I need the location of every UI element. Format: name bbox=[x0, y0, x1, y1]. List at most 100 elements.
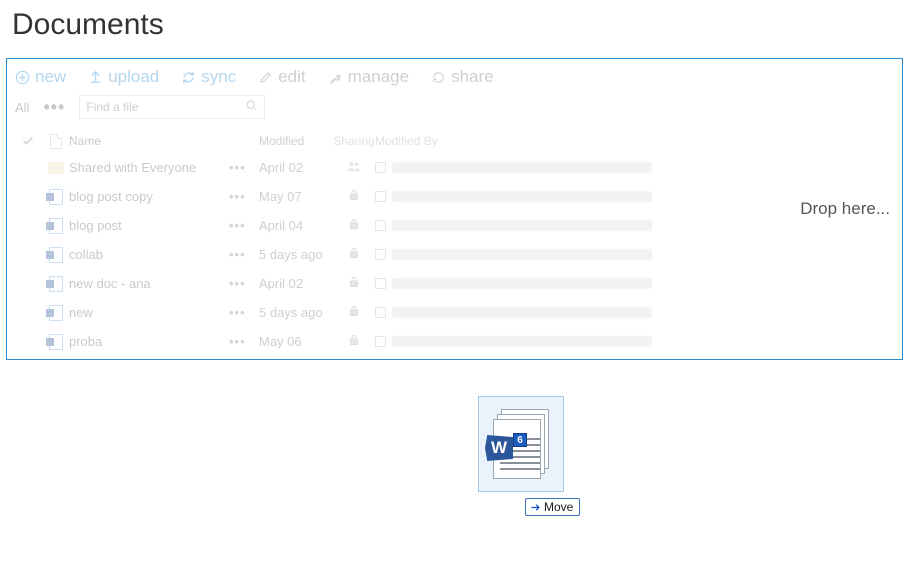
arrow-right-icon bbox=[530, 502, 541, 513]
name-column-header[interactable]: Name bbox=[69, 134, 229, 148]
search-input[interactable] bbox=[86, 100, 245, 114]
modified-by[interactable] bbox=[375, 191, 755, 202]
modified-by-column-header[interactable]: Modified By bbox=[375, 134, 755, 148]
file-name[interactable]: blog post bbox=[69, 218, 229, 233]
private-icon[interactable] bbox=[333, 276, 375, 291]
user-presence-icon bbox=[375, 249, 386, 260]
user-presence-icon bbox=[375, 220, 386, 231]
private-icon[interactable] bbox=[333, 247, 375, 262]
manage-button[interactable]: manage bbox=[328, 67, 409, 87]
file-name[interactable]: new doc - ana bbox=[69, 276, 229, 291]
upload-label: upload bbox=[108, 67, 159, 87]
modified-date: 5 days ago bbox=[259, 305, 333, 320]
modified-by[interactable] bbox=[375, 162, 755, 173]
more-views-button[interactable]: ••• bbox=[43, 102, 65, 112]
file-icon bbox=[50, 134, 62, 149]
private-icon[interactable] bbox=[333, 334, 375, 349]
row-menu-button[interactable]: ••• bbox=[229, 305, 259, 320]
table-body: Shared with Everyone•••April 02blog post… bbox=[7, 153, 902, 356]
file-name[interactable]: collab bbox=[69, 247, 229, 262]
table-row[interactable]: new doc - ana•••April 02 bbox=[7, 269, 902, 298]
table-row[interactable]: new•••5 days ago bbox=[7, 298, 902, 327]
row-menu-button[interactable]: ••• bbox=[229, 160, 259, 175]
modified-by-name bbox=[392, 307, 652, 318]
modified-date: May 06 bbox=[259, 334, 333, 349]
user-presence-icon bbox=[375, 307, 386, 318]
modified-date: 5 days ago bbox=[259, 247, 333, 262]
modified-by[interactable] bbox=[375, 278, 755, 289]
refresh-icon bbox=[431, 70, 446, 85]
modified-date: April 04 bbox=[259, 218, 333, 233]
row-menu-button[interactable]: ••• bbox=[229, 276, 259, 291]
folder-icon bbox=[43, 162, 69, 174]
user-presence-icon bbox=[375, 162, 386, 173]
toolbar: new upload sync edit bbox=[7, 59, 902, 89]
modified-by-name bbox=[392, 191, 652, 202]
new-button[interactable]: new bbox=[15, 67, 66, 87]
modified-by[interactable] bbox=[375, 249, 755, 260]
page-title: Documents bbox=[0, 0, 909, 58]
table-row[interactable]: proba•••May 06 bbox=[7, 327, 902, 356]
subbar: All ••• bbox=[7, 89, 902, 129]
new-label: new bbox=[35, 67, 66, 87]
share-button[interactable]: share bbox=[431, 67, 494, 87]
documents-table: Name Modified Sharing Modified By Shared… bbox=[7, 129, 902, 356]
view-all-link[interactable]: All bbox=[15, 100, 29, 115]
select-all-checkbox[interactable] bbox=[13, 134, 43, 148]
file-name[interactable]: new bbox=[69, 305, 229, 320]
search-icon[interactable] bbox=[245, 99, 258, 115]
modified-column-header[interactable]: Modified bbox=[259, 134, 333, 148]
row-menu-button[interactable]: ••• bbox=[229, 189, 259, 204]
modified-by[interactable] bbox=[375, 307, 755, 318]
modified-by[interactable] bbox=[375, 220, 755, 231]
table-row[interactable]: blog post•••April 04 bbox=[7, 211, 902, 240]
modified-by-name bbox=[392, 162, 652, 173]
edit-button[interactable]: edit bbox=[258, 67, 305, 87]
word-doc-icon bbox=[43, 276, 69, 292]
search-box[interactable] bbox=[79, 95, 265, 119]
table-row[interactable]: Shared with Everyone•••April 02 bbox=[7, 153, 902, 182]
row-menu-button[interactable]: ••• bbox=[229, 247, 259, 262]
library-faded-content: new upload sync edit bbox=[7, 59, 902, 356]
move-tooltip-label: Move bbox=[544, 500, 573, 514]
file-name[interactable]: proba bbox=[69, 334, 229, 349]
table-row[interactable]: collab•••5 days ago bbox=[7, 240, 902, 269]
edit-label: edit bbox=[278, 67, 305, 87]
drop-here-label: Drop here... bbox=[800, 199, 890, 219]
private-icon[interactable] bbox=[333, 218, 375, 233]
pencil-icon bbox=[258, 70, 273, 85]
type-column-header[interactable] bbox=[43, 134, 69, 149]
file-name[interactable]: Shared with Everyone bbox=[69, 160, 229, 175]
documents-library-panel[interactable]: new upload sync edit bbox=[6, 58, 903, 360]
file-name[interactable]: blog post copy bbox=[69, 189, 229, 204]
word-doc-icon bbox=[43, 334, 69, 350]
share-label: share bbox=[451, 67, 494, 87]
upload-button[interactable]: upload bbox=[88, 67, 159, 87]
modified-by[interactable] bbox=[375, 336, 755, 347]
modified-by-name bbox=[392, 278, 652, 289]
word-badge-icon: W bbox=[485, 435, 513, 461]
word-doc-icon bbox=[43, 247, 69, 263]
drag-preview: W 6 bbox=[478, 396, 564, 492]
modified-date: April 02 bbox=[259, 276, 333, 291]
private-icon[interactable] bbox=[333, 305, 375, 320]
row-menu-button[interactable]: ••• bbox=[229, 334, 259, 349]
modified-date: May 07 bbox=[259, 189, 333, 204]
private-icon[interactable] bbox=[333, 189, 375, 204]
row-menu-button[interactable]: ••• bbox=[229, 218, 259, 233]
sync-icon bbox=[181, 70, 196, 85]
word-doc-icon bbox=[43, 218, 69, 234]
drag-count-badge: 6 bbox=[513, 433, 527, 447]
modified-by-name bbox=[392, 249, 652, 260]
move-tooltip: Move bbox=[525, 498, 580, 516]
shared-icon[interactable] bbox=[333, 160, 375, 175]
table-row[interactable]: blog post copy•••May 07 bbox=[7, 182, 902, 211]
table-header: Name Modified Sharing Modified By bbox=[7, 129, 902, 153]
user-presence-icon bbox=[375, 336, 386, 347]
sync-button[interactable]: sync bbox=[181, 67, 236, 87]
sync-label: sync bbox=[201, 67, 236, 87]
document-stack-icon: W 6 bbox=[493, 409, 549, 479]
word-doc-icon bbox=[43, 305, 69, 321]
sharing-column-header[interactable]: Sharing bbox=[333, 134, 375, 148]
word-doc-icon bbox=[43, 189, 69, 205]
